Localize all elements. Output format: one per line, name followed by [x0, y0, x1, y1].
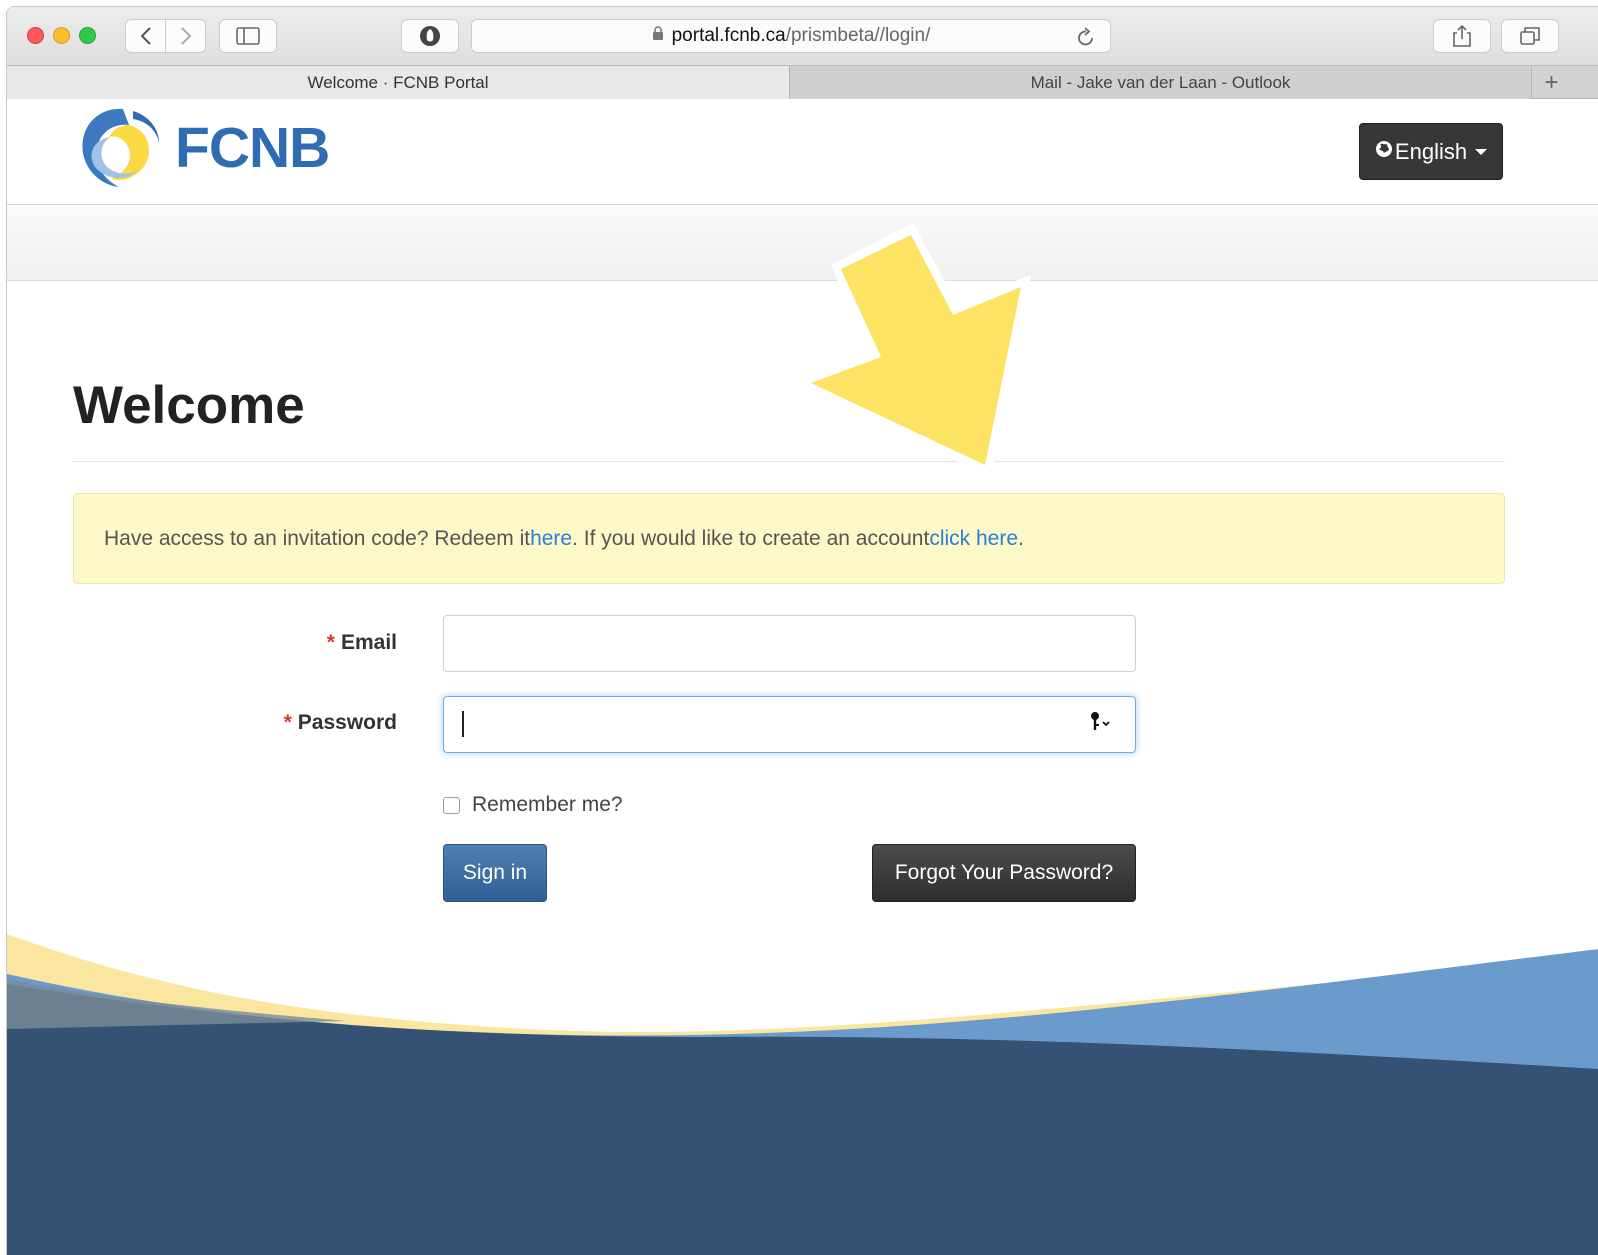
remember-label: Remember me?	[472, 793, 623, 816]
tab-overview-button[interactable]	[1501, 19, 1559, 53]
minimize-window-button[interactable]	[53, 27, 70, 44]
close-window-button[interactable]	[27, 27, 44, 44]
share-icon	[1453, 24, 1471, 47]
chevron-left-icon	[140, 27, 151, 45]
share-button[interactable]	[1433, 19, 1491, 53]
tab-welcome[interactable]: Welcome · FCNB Portal	[7, 66, 789, 99]
site-header: FCNB English	[7, 99, 1598, 205]
address-bar[interactable]: portal.fcnb.ca/prismbeta//login/	[471, 19, 1111, 53]
invitation-alert: Have access to an invitation code? Redee…	[73, 493, 1505, 584]
fcnb-logo-mark	[82, 108, 159, 187]
zoom-window-button[interactable]	[79, 27, 96, 44]
annotation-arrow	[795, 223, 1031, 477]
required-marker: *	[283, 711, 292, 734]
new-tab-button[interactable]: +	[1531, 66, 1571, 99]
password-label: * Password	[207, 711, 397, 735]
language-label: English	[1394, 138, 1468, 164]
privacy-shield-button[interactable]	[401, 19, 459, 53]
alert-text-2: . If you would like to create an account	[572, 526, 930, 550]
key-icon[interactable]	[1089, 711, 1115, 738]
address-path: /prismbeta//login/	[785, 25, 931, 46]
email-label: * Email	[237, 631, 397, 655]
alert-text-3: .	[1018, 526, 1024, 550]
page-content: FCNB English Welcome Have access to an i…	[7, 99, 1598, 1255]
text-cursor	[462, 711, 464, 737]
redeem-link[interactable]: here	[530, 527, 572, 551]
email-label-text: Email	[340, 631, 397, 654]
footer-wave-decoration	[7, 934, 1598, 1255]
browser-toolbar: portal.fcnb.ca/prismbeta//login/	[7, 7, 1598, 65]
fcnb-logo[interactable]: FCNB	[73, 101, 343, 193]
globe-icon	[1375, 140, 1393, 163]
shield-icon	[420, 26, 440, 46]
sidebar-toggle-button[interactable]	[219, 19, 277, 53]
lock-icon	[652, 25, 664, 47]
remember-me[interactable]: Remember me?	[443, 793, 623, 817]
address-domain: portal.fcnb.ca	[671, 25, 786, 46]
password-label-text: Password	[297, 711, 397, 734]
alert-text-1: Have access to an invitation code? Redee…	[104, 526, 531, 550]
forgot-password-button[interactable]: Forgot Your Password?	[872, 844, 1136, 902]
forward-button[interactable]	[165, 19, 206, 53]
remember-checkbox[interactable]	[443, 796, 460, 814]
tab-bar: Welcome · FCNB Portal Mail - Jake van de…	[7, 65, 1598, 99]
tab-mail[interactable]: Mail - Jake van der Laan - Outlook	[789, 66, 1531, 99]
email-field[interactable]	[443, 615, 1136, 672]
page-title: Welcome	[73, 376, 305, 435]
tabs-overview-icon	[1520, 27, 1540, 45]
back-button[interactable]	[125, 19, 166, 53]
language-dropdown-button[interactable]: English	[1359, 123, 1503, 180]
browser-window: portal.fcnb.ca/prismbeta//login/ Welcome…	[6, 6, 1598, 1255]
chevron-right-icon	[180, 27, 191, 45]
caret-down-icon	[1475, 148, 1488, 155]
required-marker: *	[326, 631, 335, 654]
sidebar-icon	[236, 27, 260, 45]
sign-in-button[interactable]: Sign in	[443, 844, 547, 902]
logo-text: FCNB	[175, 116, 330, 180]
password-field[interactable]	[443, 696, 1136, 753]
create-account-link[interactable]: click here	[929, 527, 1018, 551]
reload-icon[interactable]	[1076, 26, 1096, 54]
